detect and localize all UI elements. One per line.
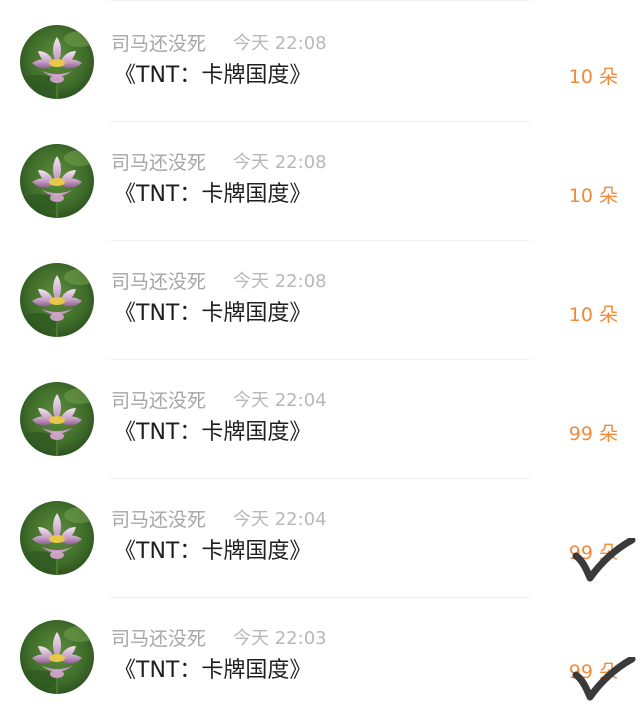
gift-row[interactable]: 司马还没死 今天 22:08 《TNT：卡牌国度》 10 朵: [0, 238, 640, 360]
timestamp: 今天 22:03: [233, 628, 327, 649]
lotus-flower-icon: [20, 144, 94, 218]
lotus-flower-icon: [20, 501, 94, 575]
gift-amount: 99 朵: [568, 423, 618, 445]
username[interactable]: 司马还没死: [111, 628, 206, 650]
book-title[interactable]: 《TNT：卡牌国度》: [114, 182, 311, 208]
user-avatar[interactable]: [20, 25, 94, 99]
book-title[interactable]: 《TNT：卡牌国度》: [114, 301, 311, 327]
gift-amount: 10 朵: [568, 185, 618, 207]
lotus-flower-icon: [20, 382, 94, 456]
username[interactable]: 司马还没死: [111, 271, 206, 293]
timestamp: 今天 22:04: [233, 390, 327, 411]
username[interactable]: 司马还没死: [111, 33, 206, 55]
gift-amount: 10 朵: [568, 304, 618, 326]
user-avatar[interactable]: [20, 144, 94, 218]
user-avatar[interactable]: [20, 382, 94, 456]
gift-row[interactable]: 司马还没死 今天 22:04 《TNT：卡牌国度》 99 朵: [0, 357, 640, 479]
gift-row[interactable]: 司马还没死 今天 22:04 《TNT：卡牌国度》 99 朵: [0, 476, 640, 598]
checkmark-icon: [572, 657, 636, 701]
gift-list: 司马还没死 今天 22:08 《TNT：卡牌国度》 10 朵 司马还没死 今天: [0, 0, 640, 708]
book-title[interactable]: 《TNT：卡牌国度》: [114, 420, 311, 446]
checkmark-icon: [572, 538, 636, 582]
lotus-flower-icon: [20, 25, 94, 99]
timestamp: 今天 22:08: [233, 33, 327, 54]
username[interactable]: 司马还没死: [111, 509, 206, 531]
timestamp: 今天 22:08: [233, 152, 327, 173]
username[interactable]: 司马还没死: [111, 152, 206, 174]
timestamp: 今天 22:08: [233, 271, 327, 292]
user-avatar[interactable]: [20, 501, 94, 575]
user-avatar[interactable]: [20, 620, 94, 694]
book-title[interactable]: 《TNT：卡牌国度》: [114, 658, 311, 684]
username[interactable]: 司马还没死: [111, 390, 206, 412]
book-title[interactable]: 《TNT：卡牌国度》: [114, 539, 311, 565]
lotus-flower-icon: [20, 263, 94, 337]
gift-row[interactable]: 司马还没死 今天 22:08 《TNT：卡牌国度》 10 朵: [0, 119, 640, 241]
timestamp: 今天 22:04: [233, 509, 327, 530]
gift-amount: 10 朵: [568, 66, 618, 88]
user-avatar[interactable]: [20, 263, 94, 337]
gift-row[interactable]: 司马还没死 今天 22:03 《TNT：卡牌国度》 99 朵: [0, 595, 640, 714]
lotus-flower-icon: [20, 620, 94, 694]
gift-row[interactable]: 司马还没死 今天 22:08 《TNT：卡牌国度》 10 朵: [0, 0, 640, 122]
book-title[interactable]: 《TNT：卡牌国度》: [114, 63, 311, 89]
